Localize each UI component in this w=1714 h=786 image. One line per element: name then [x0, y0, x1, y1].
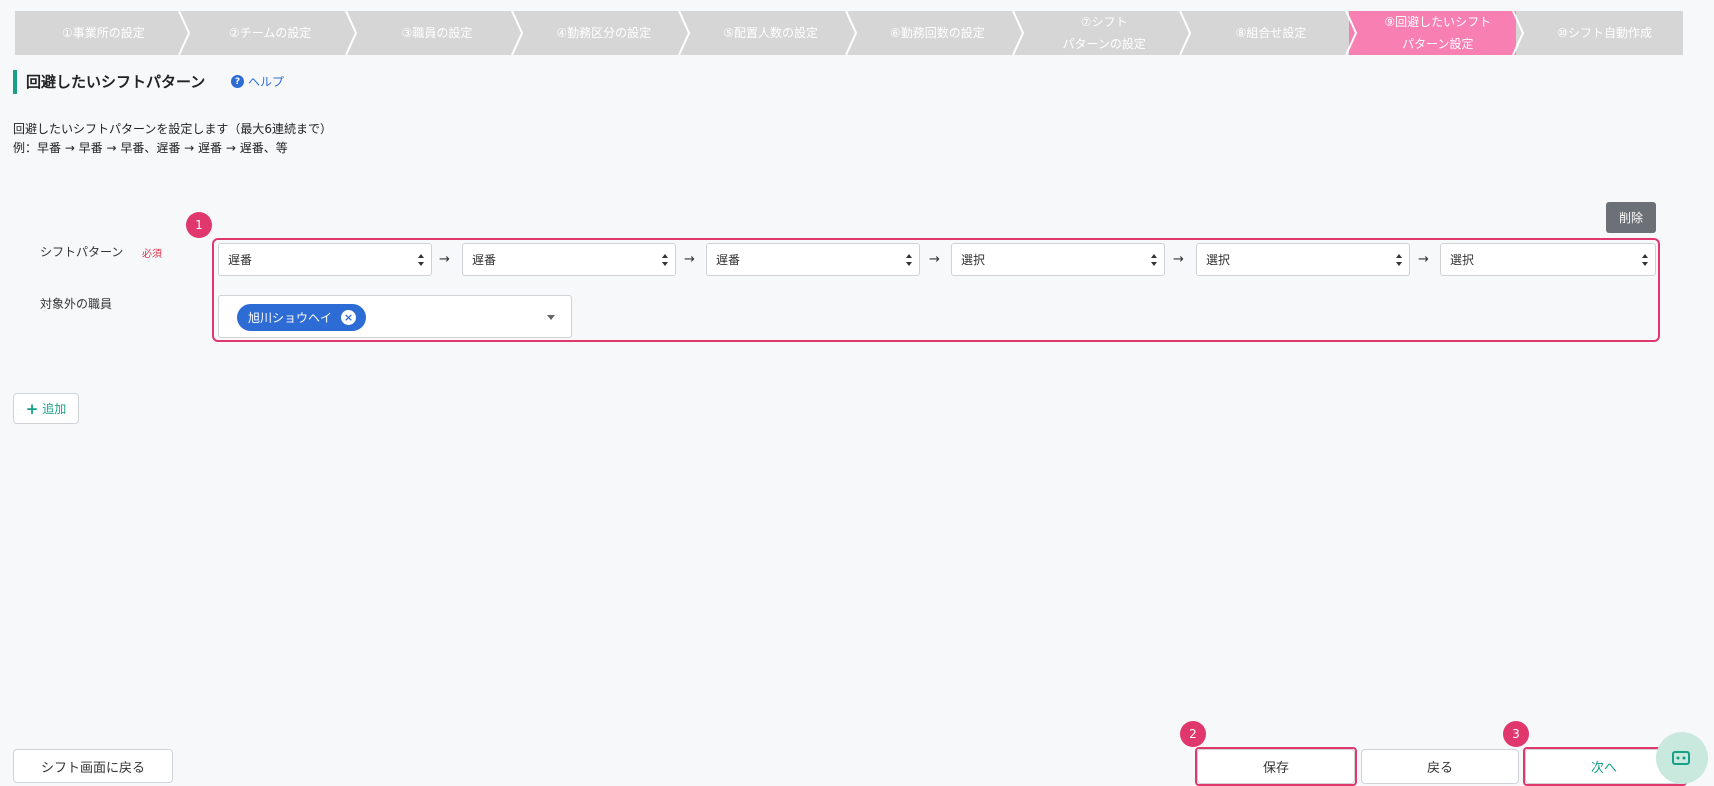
staff-tag: 旭川ショウヘイ × [237, 304, 367, 331]
annotation-badge-2: 2 [1180, 721, 1206, 747]
description-line-2: 例：早番 → 早番 → 早番、遅番 → 遅番 → 遅番、等 [13, 141, 288, 155]
chevron-right-icon [511, 11, 524, 55]
sort-arrows-icon [1151, 254, 1157, 266]
chevron-right-icon [1512, 11, 1525, 55]
help-link[interactable]: ? ヘルプ [231, 73, 284, 90]
step-staff-settings[interactable]: ③職員の設定 [348, 11, 524, 55]
chevron-right-icon [1011, 11, 1024, 55]
required-badge: 必須 [142, 249, 162, 260]
sort-arrows-icon [1642, 254, 1648, 266]
chevron-right-icon [1178, 11, 1191, 55]
annotation-badge-1: 1 [186, 212, 212, 238]
plus-icon: + [25, 399, 39, 418]
step-work-category-settings[interactable]: ④勤務区分の設定 [515, 11, 691, 55]
caret-down-icon[interactable] [547, 315, 555, 320]
arrow-separator: → [1173, 252, 1184, 267]
chevron-right-icon [1345, 11, 1358, 55]
annotation-badge-3: 3 [1503, 721, 1529, 747]
chevron-right-icon [845, 11, 857, 55]
back-button[interactable]: 戻る [1361, 749, 1519, 784]
sort-arrows-icon [906, 254, 912, 266]
arrow-separator: → [929, 252, 940, 267]
sort-arrows-icon [662, 254, 668, 266]
chat-support-button[interactable] [1656, 732, 1708, 784]
title-accent-bar [13, 70, 17, 94]
step-auto-shift-creation[interactable]: ⑩シフト自動作成 [1516, 11, 1683, 55]
shift-select-3[interactable]: 遅番 [706, 243, 920, 276]
staff-tag-label: 旭川ショウヘイ [248, 311, 333, 325]
shift-pattern-label: シフトパターン [40, 245, 124, 259]
add-label: 追加 [42, 402, 67, 416]
excluded-staff-multiselect[interactable]: 旭川ショウヘイ × [218, 295, 572, 338]
add-button[interactable]: + 追加 [13, 393, 79, 424]
step-office-settings[interactable]: ①事業所の設定 [15, 11, 190, 55]
shift-select-1[interactable]: 遅番 [218, 243, 432, 276]
chevron-right-icon [177, 11, 190, 55]
chevron-right-icon [344, 11, 357, 55]
shift-select-2[interactable]: 遅番 [462, 243, 676, 276]
progress-stepper: ①事業所の設定 ②チームの設定 ③職員の設定 ④勤務区分の設定 ⑤配置人数の設定… [15, 11, 1683, 55]
step-shift-pattern-settings[interactable]: ⑦シフト パターンの設定 [1015, 11, 1191, 55]
step-team-settings[interactable]: ②チームの設定 [181, 11, 357, 55]
shift-select-4[interactable]: 選択 [951, 243, 1165, 276]
step-work-count-settings[interactable]: ⑥勤務回数の設定 [848, 11, 1024, 55]
step-staffing-count-settings[interactable]: ⑤配置人数の設定 [682, 11, 857, 55]
question-icon: ? [231, 75, 244, 88]
shift-select-5[interactable]: 選択 [1196, 243, 1410, 276]
back-to-shift-button[interactable]: シフト画面に戻る [13, 749, 173, 783]
excluded-staff-label: 対象外の職員 [40, 297, 113, 311]
step-combination-settings[interactable]: ⑧組合せ設定 [1182, 11, 1358, 55]
delete-button[interactable]: 削除 [1606, 202, 1656, 233]
chat-icon [1672, 751, 1690, 765]
sort-arrows-icon [1396, 254, 1402, 266]
help-label: ヘルプ [248, 75, 285, 89]
chevron-right-icon [678, 11, 691, 55]
page-title: 回避したいシフトパターン [26, 73, 206, 91]
shift-select-6[interactable]: 選択 [1440, 243, 1656, 276]
annotation-highlight-2 [1195, 747, 1357, 786]
sort-arrows-icon [418, 254, 424, 266]
arrow-separator: → [1418, 252, 1429, 267]
arrow-separator: → [439, 252, 450, 267]
step-avoid-pattern-settings[interactable]: ⑨回避したいシフト パターン設定 [1349, 11, 1525, 55]
arrow-separator: → [684, 252, 695, 267]
remove-tag-icon[interactable]: × [341, 310, 357, 325]
description-line-1: 回避したいシフトパターンを設定します（最大6連続まで） [13, 122, 333, 136]
